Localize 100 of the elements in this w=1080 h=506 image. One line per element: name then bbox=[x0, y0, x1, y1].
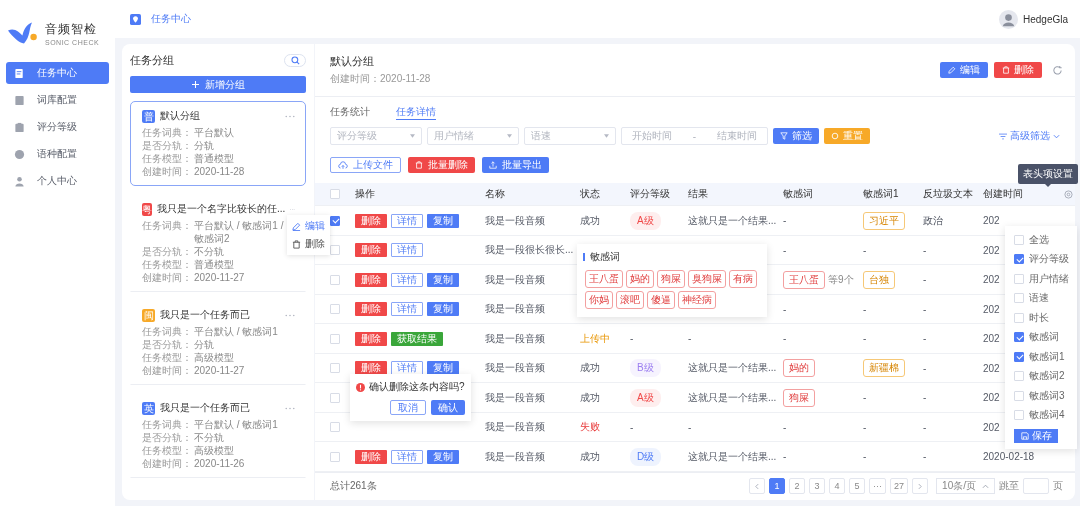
table-cell: 202 bbox=[983, 244, 1000, 256]
settings-icon[interactable] bbox=[1063, 189, 1073, 199]
checkbox[interactable] bbox=[1014, 351, 1024, 362]
select-field[interactable]: 用户情绪 bbox=[427, 127, 519, 146]
avatar[interactable] bbox=[998, 9, 1018, 29]
page-button[interactable]: ··· bbox=[869, 478, 887, 495]
cloud-upload-icon bbox=[338, 160, 348, 170]
table-cell: 2020-02-18 bbox=[983, 451, 1035, 463]
row-action-button[interactable]: 删除 bbox=[355, 213, 387, 228]
checkbox[interactable] bbox=[1014, 332, 1024, 343]
select-field[interactable]: 评分等级 bbox=[330, 127, 422, 146]
group-card[interactable]: 英 我只是一个任务而已 任务词典： 平台默认 / 敏感词1 是否分轨： 不分轨 任务模型： 高级模型 创建时间： 2020-11-26 bbox=[130, 393, 306, 478]
more-count[interactable]: 等9个 bbox=[828, 272, 854, 287]
group-card[interactable]: 普 默认分组 任务词典： 平台默认 是否分轨： 分轨 任务模型： 普通模型 创建时间： 2020-11-28 bbox=[130, 101, 306, 186]
row-action-button[interactable]: 删除 bbox=[355, 331, 387, 346]
next-page-button[interactable] bbox=[912, 478, 929, 495]
row-action-button[interactable]: 复制 bbox=[427, 449, 459, 464]
page-input[interactable] bbox=[1023, 478, 1049, 495]
page-button[interactable]: 5 bbox=[849, 478, 866, 495]
page-button[interactable]: 1 bbox=[769, 478, 786, 495]
page-size-select[interactable]: 10条/页 bbox=[936, 478, 995, 495]
table-cell: 这就只是一个结果... bbox=[688, 449, 777, 464]
nav-item[interactable]: 评分等级 bbox=[6, 116, 109, 138]
more-icon[interactable] bbox=[285, 406, 295, 410]
field-label: 是否分轨： bbox=[142, 431, 193, 444]
search-button[interactable] bbox=[284, 53, 306, 67]
batch-delete-button[interactable]: 批量删除 bbox=[408, 157, 475, 174]
row-action-button[interactable]: 复制 bbox=[427, 213, 459, 228]
group-card[interactable]: 闽 我只是一个任务而已 任务词典： 平台默认 / 敏感词1 是否分轨： 分轨 任务模型： 高级模型 创建时间： 2020-11-27 bbox=[130, 300, 306, 385]
confirm-button[interactable]: 确认 bbox=[430, 400, 465, 415]
checkbox[interactable] bbox=[1014, 254, 1024, 265]
delete-button[interactable]: 删除 bbox=[994, 62, 1042, 78]
advanced-filter-link[interactable]: 高级筛选 bbox=[999, 129, 1060, 144]
sensitive-word-tag: 新疆棉 bbox=[863, 359, 905, 378]
tab[interactable]: 任务统计 bbox=[330, 105, 370, 119]
nav-item[interactable]: 个人中心 bbox=[6, 170, 109, 192]
nav-item[interactable]: 语种配置 bbox=[6, 143, 109, 165]
menu-item[interactable]: 删除 bbox=[287, 235, 330, 253]
row-action-button[interactable]: 复制 bbox=[427, 361, 459, 376]
user-name[interactable]: HedgeGla bbox=[1022, 13, 1068, 25]
row-action-button[interactable]: 复制 bbox=[427, 272, 459, 287]
row-action-button[interactable]: 详情 bbox=[391, 449, 423, 464]
row-action-button[interactable]: 详情 bbox=[391, 213, 423, 228]
table-cell: 这就只是一个结果... bbox=[688, 390, 777, 405]
reset-button[interactable]: 重置 bbox=[824, 128, 870, 145]
column-header: 评分等级 bbox=[630, 187, 670, 202]
upload-button[interactable]: 上传文件 bbox=[330, 157, 401, 174]
row-action-button[interactable]: 获取结果 bbox=[391, 331, 443, 346]
page-button[interactable]: 4 bbox=[829, 478, 846, 495]
field-label: 任务模型： bbox=[142, 152, 193, 165]
row-action-button[interactable]: 删除 bbox=[355, 243, 387, 258]
row-action-button[interactable]: 删除 bbox=[355, 302, 387, 317]
logo-name: 音频智检 bbox=[45, 20, 98, 38]
date-range-field[interactable]: 开始时间 - 结束时间 bbox=[621, 127, 768, 146]
field-value: 不分轨 bbox=[194, 245, 224, 258]
save-button[interactable]: 保存 bbox=[1014, 429, 1058, 443]
checkbox[interactable] bbox=[330, 215, 340, 226]
tab[interactable]: 任务详情 bbox=[396, 105, 436, 120]
option-label: 语速 bbox=[1029, 291, 1049, 306]
filter-button[interactable]: 筛选 bbox=[773, 128, 819, 145]
field-label: 任务模型： bbox=[142, 444, 193, 457]
edit-button[interactable]: 编辑 bbox=[940, 62, 988, 78]
nav-item[interactable]: 任务中心 bbox=[6, 62, 109, 84]
breadcrumb[interactable]: 任务中心 bbox=[151, 12, 191, 26]
option-label: 敏感词4 bbox=[1029, 408, 1065, 423]
field-label: 创建时间： bbox=[142, 165, 193, 178]
row-action-button[interactable]: 删除 bbox=[355, 449, 387, 464]
more-icon[interactable] bbox=[285, 313, 295, 317]
page-button[interactable]: 3 bbox=[809, 478, 826, 495]
sensitive-word-tag: 妈的 bbox=[783, 359, 815, 378]
menu-item[interactable]: 编辑 bbox=[287, 217, 330, 235]
page-button[interactable]: 27 bbox=[890, 478, 909, 495]
row-action-button[interactable]: 删除 bbox=[355, 361, 387, 376]
group-title: 我只是一个任务而已 bbox=[160, 308, 251, 322]
chevron-down-icon bbox=[1053, 133, 1060, 139]
row-action-button[interactable]: 详情 bbox=[391, 272, 423, 287]
table-cell: 我是一段音频 bbox=[485, 331, 545, 346]
status-text: 成功 bbox=[580, 449, 600, 464]
row-action-button[interactable]: 详情 bbox=[391, 243, 423, 258]
row-action-button[interactable]: 复制 bbox=[427, 302, 459, 317]
add-group-button[interactable]: 新增分组 bbox=[130, 76, 306, 93]
caret-icon bbox=[507, 134, 512, 139]
row-action-button[interactable]: 详情 bbox=[391, 302, 423, 317]
previous-page-button[interactable] bbox=[749, 478, 766, 495]
page-button[interactable]: 2 bbox=[789, 478, 806, 495]
batch-export-button[interactable]: 批量导出 bbox=[482, 157, 549, 174]
more-icon[interactable] bbox=[285, 114, 295, 118]
row-action-button[interactable]: 删除 bbox=[355, 272, 387, 287]
field-value: 2020-11-27 bbox=[194, 271, 245, 284]
nav-item[interactable]: 词库配置 bbox=[6, 89, 109, 111]
table-cell: - bbox=[923, 451, 927, 463]
person-icon bbox=[14, 175, 25, 187]
table-cell: 202 bbox=[983, 333, 1000, 345]
select-field[interactable]: 语速 bbox=[524, 127, 616, 146]
confirm-message: 确认删除这条内容吗? bbox=[369, 380, 465, 394]
refresh-icon[interactable] bbox=[1052, 64, 1063, 76]
cancel-button[interactable]: 取消 bbox=[389, 400, 426, 415]
export-icon bbox=[489, 161, 497, 170]
row-action-button[interactable]: 详情 bbox=[391, 361, 423, 376]
sensitive-word-tag: 有病 bbox=[729, 270, 757, 288]
